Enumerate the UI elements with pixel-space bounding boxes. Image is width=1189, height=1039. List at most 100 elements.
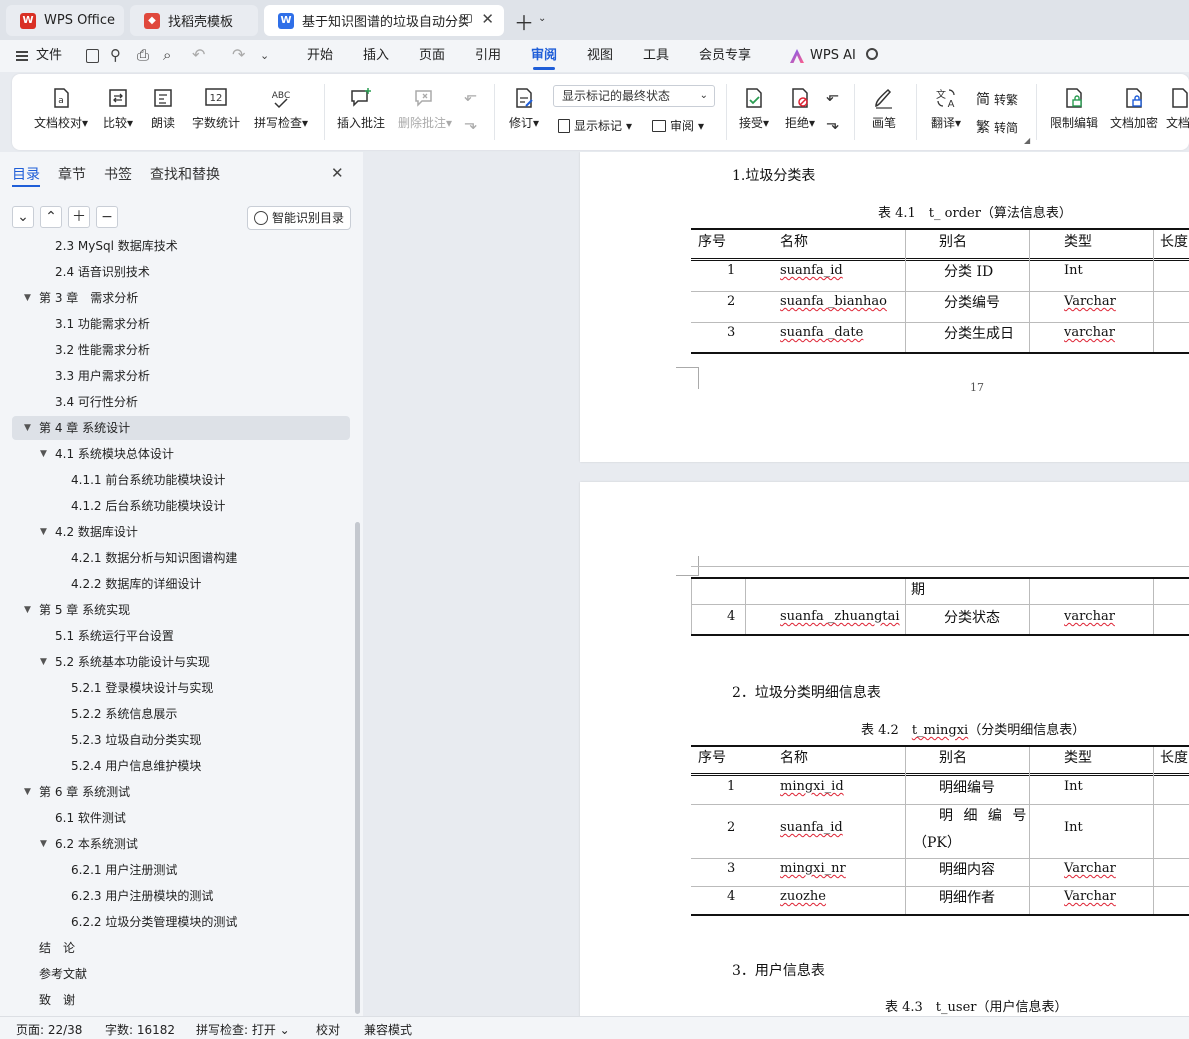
reject-button[interactable]: 拒绝▾ [780, 86, 820, 131]
toc-item[interactable]: 6.2.1 用户注册测试 [12, 858, 350, 882]
expand-group-icon[interactable]: ◢ [1024, 136, 1030, 145]
word-count-button[interactable]: 12 字数统计 [188, 86, 244, 131]
markup-state-select[interactable]: 显示标记的最终状态 ⌄ [553, 85, 715, 107]
menu-page[interactable]: 页面 [419, 40, 445, 72]
menu-view[interactable]: 视图 [587, 40, 613, 72]
chevron-down-icon[interactable]: ⌄ [538, 13, 546, 24]
restrict-edit-button[interactable]: 限制编辑 [1046, 86, 1102, 131]
expanded-arrow-icon[interactable]: ▼ [24, 598, 31, 622]
toc-item[interactable]: 4.1.2 后台系统功能模块设计 [12, 494, 350, 518]
tab-template[interactable]: ◆ 找稻壳模板 [130, 5, 258, 36]
menu-insert[interactable]: 插入 [363, 40, 389, 72]
new-tab-icon[interactable]: ＋ [514, 7, 534, 36]
more-chevron-icon[interactable]: ⌄ [260, 49, 269, 62]
toc-item[interactable]: 2.4 语音识别技术 [12, 260, 350, 284]
redo-icon[interactable]: ↷ [232, 45, 245, 64]
toc-item[interactable]: 3.3 用户需求分析 [12, 364, 350, 388]
toc-item[interactable]: ▼ 5.2 系统基本功能设计与实现 [12, 650, 350, 674]
toc-item[interactable]: 2.3 MySql 数据库技术 [12, 236, 350, 258]
close-tab-icon[interactable]: ✕ [481, 10, 494, 28]
prev-change-icon[interactable]: ⬐ [826, 86, 839, 105]
expanded-arrow-icon[interactable]: ▼ [24, 780, 31, 804]
toc-item[interactable]: 6.2.2 垃圾分类管理模块的测试 [12, 910, 350, 934]
print-preview-icon[interactable]: ⌕ [163, 46, 171, 64]
to-simplified-button[interactable]: 繁转简 [976, 117, 1018, 137]
tab-bookmark[interactable]: 书签 [104, 164, 132, 184]
toc-item-selected[interactable]: ▼ 第 4 章 系统设计 [12, 416, 350, 440]
menu-tools[interactable]: 工具 [643, 40, 669, 72]
proofread-status[interactable]: 校对 [316, 1021, 340, 1038]
menu-reference[interactable]: 引用 [475, 40, 501, 72]
toc-item[interactable]: 5.2.2 系统信息展示 [12, 702, 350, 726]
menu-review[interactable]: 审阅 [531, 40, 557, 72]
spell-check-button[interactable]: ABC 拼写检查▾ [250, 86, 312, 131]
toc-item[interactable]: 6.2.3 用户注册模块的测试 [12, 884, 350, 908]
tab-toc[interactable]: 目录 [12, 164, 40, 184]
compare-button[interactable]: 比较▾ [98, 86, 138, 131]
show-markup-button[interactable]: 显示标记 ▾ [558, 117, 632, 134]
tab-wps-office[interactable]: W WPS Office [6, 5, 124, 36]
hamburger-icon[interactable] [16, 51, 28, 61]
toc-item[interactable]: ▼ 4.1 系统模块总体设计 [12, 442, 350, 466]
toc-item[interactable]: 5.2.1 登录模块设计与实现 [12, 676, 350, 700]
read-aloud-button[interactable]: 朗读 [146, 86, 180, 131]
accept-button[interactable]: 接受▾ [734, 86, 774, 131]
toc-item[interactable]: ▼ 6.2 本系统测试 [12, 832, 350, 856]
file-menu[interactable]: 文件 [36, 40, 62, 72]
expanded-arrow-icon[interactable]: ▼ [40, 650, 47, 674]
spell-check-status[interactable]: 拼写检查: 打开 ⌄ [196, 1021, 290, 1038]
document-canvas[interactable]: 1.垃圾分类表 表 4.1 t_ order（算法信息表） 序号 名称 别名 类… [364, 152, 1189, 1016]
toc-item[interactable]: 致 谢 [12, 988, 350, 1012]
delete-comment-button[interactable]: 删除批注▾ [394, 86, 456, 131]
search-icon[interactable] [866, 48, 878, 60]
toc-item[interactable]: 4.2.2 数据库的详细设计 [12, 572, 350, 596]
menu-home[interactable]: 开始 [307, 40, 333, 72]
toc-item[interactable]: 4.2.1 数据分析与知识图谱构建 [12, 546, 350, 570]
to-traditional-button[interactable]: 简转繁 [976, 89, 1018, 109]
monitor-icon[interactable] [460, 14, 472, 23]
tab-find-replace[interactable]: 查找和替换 [150, 164, 220, 184]
expand-button[interactable]: ⌃ [40, 206, 62, 228]
toc-item[interactable]: 6.1 软件测试 [12, 806, 350, 830]
toc-item[interactable]: 5.1 系统运行平台设置 [12, 624, 350, 648]
expanded-arrow-icon[interactable]: ▼ [40, 520, 47, 544]
document-more-button[interactable]: 文档 [1166, 86, 1189, 131]
toc-item[interactable]: 3.4 可行性分析 [12, 390, 350, 414]
revise-button[interactable]: 修订▾ [504, 86, 544, 131]
expanded-arrow-icon[interactable]: ▼ [24, 416, 31, 440]
toc-item[interactable]: 5.2.3 垃圾自动分类实现 [12, 728, 350, 752]
smart-toc-button[interactable]: 智能识别目录 [247, 206, 351, 230]
next-comment-icon[interactable]: ⬎ [464, 114, 477, 133]
tab-chapter[interactable]: 章节 [58, 164, 86, 184]
share-icon[interactable]: ⚲ [110, 46, 121, 64]
word-count-indicator[interactable]: 字数: 16182 [105, 1021, 175, 1038]
undo-icon[interactable]: ↶ [192, 45, 205, 64]
expanded-arrow-icon[interactable]: ▼ [24, 286, 31, 310]
menu-member[interactable]: 会员专享 [699, 40, 751, 72]
next-change-icon[interactable]: ⬎ [826, 114, 839, 133]
wps-ai-menu[interactable]: WPS AI [810, 40, 856, 72]
tab-document[interactable]: W 基于知识图谱的垃圾自动分类 ✕ [264, 5, 504, 36]
translate-button[interactable]: 文A 翻译▾ [924, 86, 968, 131]
save-icon[interactable] [86, 49, 99, 63]
toc-scrollbar[interactable] [355, 522, 360, 1014]
insert-comment-button[interactable]: 插入批注 [334, 86, 388, 131]
print-icon[interactable]: ⎙ [137, 46, 149, 64]
review-pane-button[interactable]: 审阅 ▾ [652, 117, 704, 134]
toc-item[interactable]: 4.1.1 前台系统功能模块设计 [12, 468, 350, 492]
toc-item[interactable]: 参考文献 [12, 962, 350, 986]
page-indicator[interactable]: 页面: 22/38 [16, 1021, 82, 1038]
toc-item[interactable]: 结 论 [12, 936, 350, 960]
expanded-arrow-icon[interactable]: ▼ [40, 832, 47, 856]
toc-item[interactable]: ▼ 4.2 数据库设计 [12, 520, 350, 544]
add-heading-button[interactable]: ＋ [68, 206, 90, 228]
encrypt-button[interactable]: 文档加密 [1106, 86, 1162, 131]
remove-heading-button[interactable]: − [96, 206, 118, 228]
doc-check-button[interactable]: a 文档校对▾ [28, 86, 94, 131]
expanded-arrow-icon[interactable]: ▼ [40, 442, 47, 466]
collapse-button[interactable]: ⌄ [12, 206, 34, 228]
toc-item[interactable]: 3.2 性能需求分析 [12, 338, 350, 362]
toc-item[interactable]: 3.1 功能需求分析 [12, 312, 350, 336]
toc-item[interactable]: ▼ 第 3 章 需求分析 [12, 286, 350, 310]
prev-comment-icon[interactable]: ⬐ [464, 86, 477, 105]
